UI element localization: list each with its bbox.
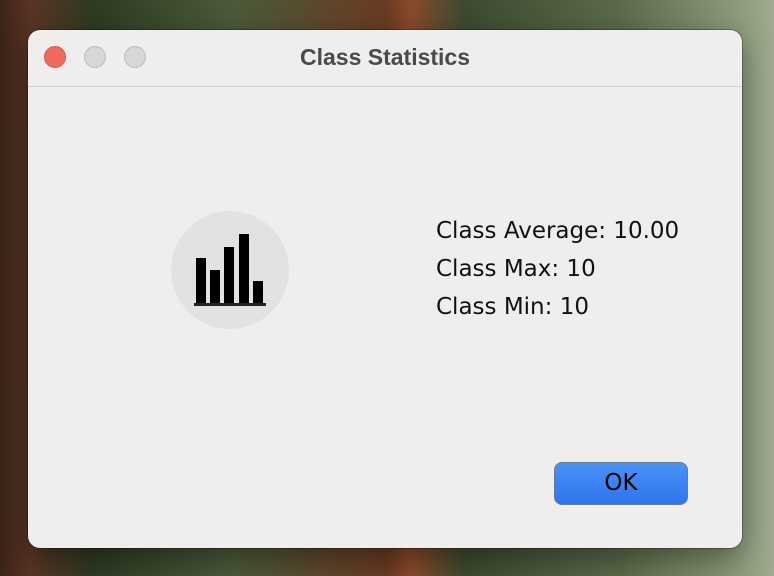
class-average: Class Average: 10.00: [436, 218, 680, 244]
title-bar: Class Statistics: [28, 30, 742, 87]
window-title: Class Statistics: [299, 44, 471, 70]
stats-panel: Class Average: 10.00 Class Max: 10 Class…: [436, 212, 679, 326]
dialog-window: Class Statistics Class Average: 10.00 Cl…: [28, 30, 742, 548]
bar-chart-icon: [171, 211, 289, 329]
class-max: Class Max: 10: [436, 256, 596, 282]
class-min: Class Min: 10: [436, 294, 589, 320]
ok-button[interactable]: OK: [554, 462, 688, 505]
